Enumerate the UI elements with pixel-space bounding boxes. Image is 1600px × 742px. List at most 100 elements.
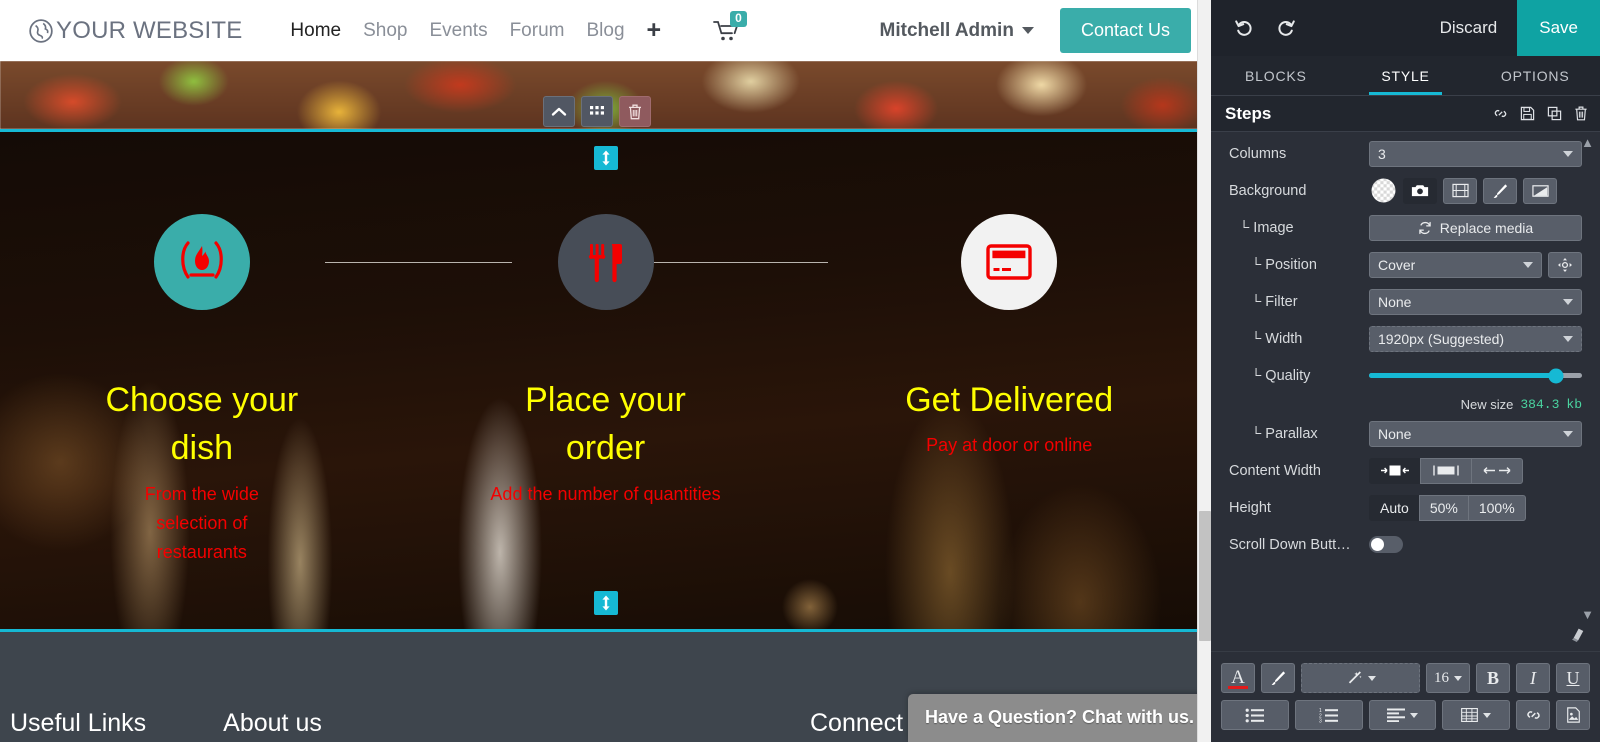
quality-slider[interactable]: [1369, 363, 1582, 389]
contact-us-button[interactable]: Contact Us: [1059, 8, 1191, 53]
text-toolbar-row-2: 1 2 3: [1221, 700, 1590, 730]
clear-formatting-button[interactable]: [1564, 628, 1586, 649]
trash-icon: [629, 104, 641, 119]
panel-scroll-down-icon[interactable]: ▼: [1581, 608, 1594, 621]
tab-options[interactable]: OPTIONS: [1470, 56, 1600, 95]
height-50-button[interactable]: 50%: [1418, 494, 1469, 521]
link-anchor-button[interactable]: [1493, 106, 1508, 121]
user-menu[interactable]: Mitchell Admin: [880, 20, 1034, 42]
background-image-button[interactable]: [1403, 177, 1437, 204]
font-size-select[interactable]: 16: [1426, 663, 1470, 693]
nav-item-events[interactable]: Events: [429, 20, 487, 42]
width-select[interactable]: 1920px (Suggested): [1369, 325, 1582, 352]
add-page-icon[interactable]: +: [647, 18, 662, 43]
content-width-narrow-button[interactable]: [1369, 457, 1421, 484]
full-icon: [1483, 467, 1511, 474]
magic-wand-icon: [1348, 671, 1362, 684]
numbered-list-button[interactable]: 1 2 3: [1294, 700, 1363, 730]
height-100-button[interactable]: 100%: [1467, 494, 1526, 521]
move-block-up-button[interactable]: [543, 96, 575, 127]
discard-button[interactable]: Discard: [1420, 0, 1518, 56]
cart-count-badge: 0: [730, 10, 747, 27]
block-resize-handle-bottom[interactable]: [593, 591, 618, 615]
block-overlay-toolbar: [543, 96, 651, 127]
steps-row: Choose your dish From the wide selection…: [0, 132, 1211, 567]
reposition-icon: [1558, 257, 1572, 272]
parallax-select[interactable]: None: [1369, 420, 1582, 447]
steps-block[interactable]: Choose your dish From the wide selection…: [0, 129, 1211, 632]
nav-item-shop[interactable]: Shop: [363, 20, 407, 42]
columns-select[interactable]: 3: [1369, 140, 1582, 167]
option-columns: Columns 3: [1211, 138, 1600, 169]
option-height: Height Auto 50% 100%: [1211, 492, 1600, 523]
eraser-row: [1211, 625, 1600, 651]
step-item[interactable]: Place your order Add the number of quant…: [404, 214, 808, 567]
content-width-normal-button[interactable]: [1420, 457, 1472, 484]
delete-block-button[interactable]: [619, 96, 651, 127]
background-video-button[interactable]: [1443, 177, 1477, 204]
drag-block-handle[interactable]: [581, 96, 613, 127]
scroll-down-toggle[interactable]: [1369, 536, 1403, 553]
save-block-button[interactable]: [1520, 106, 1535, 121]
background-color-button[interactable]: [1483, 177, 1517, 204]
style-picker-button[interactable]: [1301, 663, 1420, 693]
site-logo[interactable]: YOUR WEBSITE: [28, 17, 242, 45]
canvas-scrollbar[interactable]: [1197, 0, 1211, 742]
content-width-full-button[interactable]: [1471, 457, 1523, 484]
site-header: YOUR WEBSITE Home Shop Events Forum Blog…: [0, 0, 1211, 61]
panel-scroll-up-icon[interactable]: ▲: [1581, 136, 1594, 149]
align-left-icon: [1386, 708, 1405, 722]
new-size-label: New size: [1460, 397, 1514, 412]
chat-widget[interactable]: Have a Question? Chat with us.: [908, 694, 1211, 742]
tab-blocks[interactable]: BLOCKS: [1211, 56, 1341, 95]
table-button[interactable]: [1442, 700, 1510, 730]
text-toolbar-row-1: A 16 B I U: [1221, 663, 1590, 693]
background-color-button[interactable]: [1261, 663, 1295, 693]
underline-button[interactable]: U: [1556, 663, 1590, 693]
bold-button[interactable]: B: [1476, 663, 1510, 693]
credit-card-icon: [986, 244, 1032, 280]
save-disk-icon: [1520, 106, 1535, 121]
undo-button[interactable]: [1223, 7, 1265, 49]
redo-button[interactable]: [1265, 7, 1307, 49]
reposition-button[interactable]: [1548, 251, 1582, 278]
option-label: Content Width: [1229, 462, 1321, 479]
align-button[interactable]: [1368, 700, 1437, 730]
step-item[interactable]: Choose your dish From the wide selection…: [0, 214, 404, 567]
undo-icon: [1235, 20, 1252, 36]
panel-title-row: Steps: [1211, 96, 1600, 132]
cart-button[interactable]: 0: [713, 10, 747, 42]
nav-item-blog[interactable]: Blog: [586, 20, 624, 42]
position-select[interactable]: Cover: [1369, 251, 1542, 278]
nav-item-home[interactable]: Home: [290, 20, 341, 42]
option-label: └ Quality: [1251, 367, 1311, 384]
chevron-down-icon: [1368, 675, 1376, 681]
save-button[interactable]: Save: [1517, 0, 1600, 56]
background-none-button[interactable]: [1369, 178, 1397, 204]
bullet-list-button[interactable]: [1221, 700, 1289, 730]
duplicate-block-button[interactable]: [1547, 106, 1562, 121]
height-auto-button[interactable]: Auto: [1369, 494, 1420, 521]
font-color-button[interactable]: A: [1221, 663, 1255, 693]
delete-block-button[interactable]: [1574, 106, 1588, 121]
step-icon-circle: [153, 214, 250, 310]
replace-media-button[interactable]: Replace media: [1369, 214, 1582, 241]
quality-slider-thumb[interactable]: [1548, 368, 1564, 383]
chevron-up-icon: [551, 107, 567, 116]
block-resize-handle-top[interactable]: [593, 146, 618, 170]
user-menu-label: Mitchell Admin: [879, 19, 1014, 41]
step-item[interactable]: Get Delivered Pay at door or online: [807, 214, 1211, 567]
filter-select[interactable]: None: [1369, 288, 1582, 315]
image-button[interactable]: [1556, 700, 1590, 730]
video-icon: [1451, 183, 1469, 198]
option-scroll-down-button: Scroll Down Butt…: [1211, 529, 1600, 560]
option-filter: └ Filter None: [1211, 286, 1600, 317]
canvas-scrollbar-thumb[interactable]: [1199, 511, 1211, 641]
tab-style[interactable]: STYLE: [1341, 56, 1471, 95]
new-size-row: New size 384.3 kb: [1211, 397, 1600, 418]
link-button[interactable]: [1516, 700, 1550, 730]
step-title: Choose your dish: [105, 381, 299, 468]
italic-button[interactable]: I: [1516, 663, 1550, 693]
nav-item-forum[interactable]: Forum: [510, 20, 565, 42]
background-gradient-button[interactable]: [1523, 177, 1557, 204]
